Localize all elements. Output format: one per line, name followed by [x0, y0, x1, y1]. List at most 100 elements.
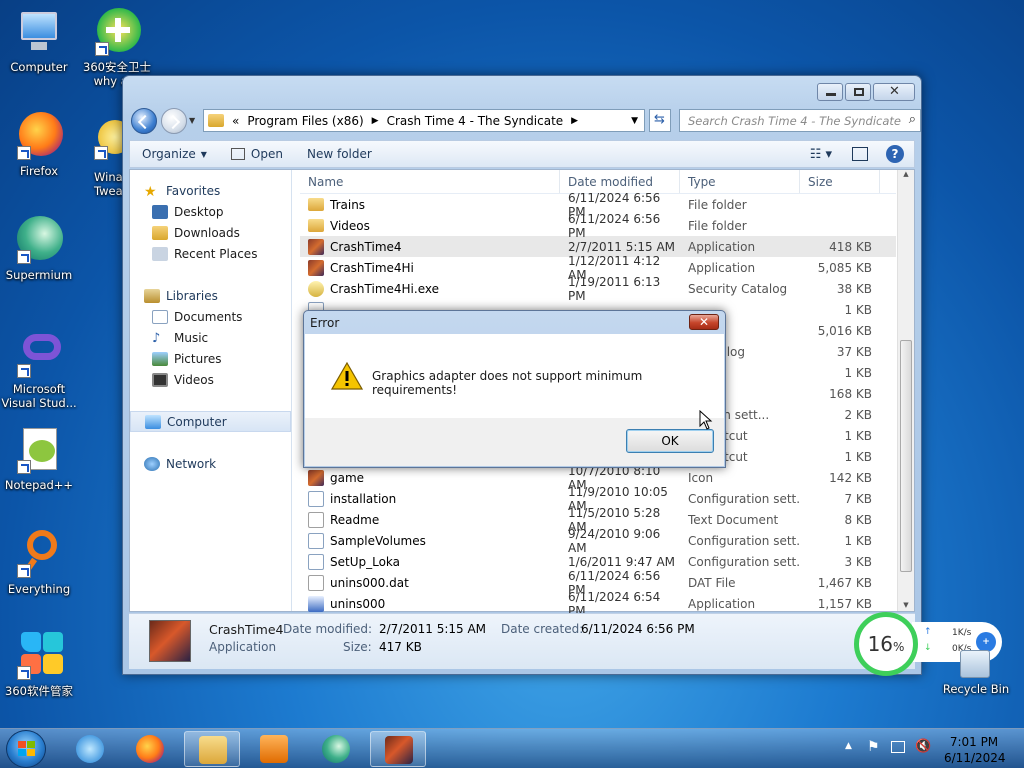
nav-favorites[interactable]: ★ Favorites [130, 180, 291, 201]
nav-videos[interactable]: Videos [130, 369, 291, 390]
file-type: Application [688, 260, 756, 275]
file-name-cell: Trains [300, 198, 560, 212]
file-name-cell: Videos [300, 219, 560, 233]
desktop-icon-visual-studio[interactable]: Microsoft Visual Stud... [0, 330, 78, 410]
start-button[interactable] [6, 730, 46, 768]
address-row: ▼ « Program Files (x86) ▶ Crash Time 4 -… [131, 108, 921, 134]
mouse-cursor-icon [699, 410, 713, 430]
internet-explorer-icon [76, 735, 104, 763]
dialog-close-button[interactable]: ✕ [689, 314, 719, 330]
forward-button[interactable] [161, 108, 187, 134]
file-name: CrashTime4Hi [330, 260, 414, 275]
nav-documents[interactable]: Documents [130, 306, 291, 327]
clock[interactable]: 7:01 PM 6/11/2024 [944, 734, 1006, 766]
nav-recent-places[interactable]: Recent Places [130, 243, 291, 264]
file-date: 2/7/2011 5:15 AM [568, 239, 676, 254]
nav-downloads[interactable]: Downloads [130, 222, 291, 243]
file-name-cell: CrashTime4Hi [300, 259, 560, 276]
file-type: File folder [688, 218, 747, 233]
preview-pane-icon[interactable] [852, 147, 868, 161]
file-size: 1,157 KB [817, 596, 872, 611]
breadcrumb-program-files[interactable]: Program Files (x86) [247, 114, 363, 128]
nav-label: Libraries [166, 288, 218, 303]
file-size: 1 KB [844, 449, 872, 464]
open-button[interactable]: Open [219, 147, 295, 161]
scroll-down-icon[interactable]: ▼ [898, 601, 914, 609]
nav-computer[interactable]: Computer [130, 411, 291, 432]
show-hidden-icons-icon[interactable]: ▲ [845, 741, 852, 751]
volume-muted-icon[interactable]: 🔇 [915, 739, 931, 754]
organize-button[interactable]: Organize ▼ [130, 147, 219, 161]
back-button[interactable] [131, 108, 157, 134]
minimize-button[interactable] [817, 83, 843, 101]
desktop-icon-computer[interactable]: Computer [0, 8, 78, 74]
doc-file-icon [308, 511, 324, 528]
desktop-icon-firefox[interactable]: Firefox [0, 112, 78, 178]
nav-music[interactable]: ♪ Music [130, 327, 291, 348]
taskbar-firefox[interactable] [122, 731, 178, 767]
action-center-flag-icon[interactable]: ⚑ [867, 739, 880, 755]
column-header-name[interactable]: Name [300, 170, 560, 193]
network-icon[interactable] [891, 741, 905, 753]
nav-desktop[interactable]: Desktop [130, 201, 291, 222]
warning-icon [331, 362, 363, 390]
desktop-icon-notepadpp[interactable]: Notepad++ [0, 426, 78, 492]
address-chevron[interactable]: « [232, 114, 239, 128]
nav-pictures[interactable]: Pictures [130, 348, 291, 369]
scrollbar-thumb[interactable] [900, 340, 912, 572]
file-row[interactable]: SampleVolumes 9/24/2010 9:06 AM Configurat… [300, 527, 896, 555]
taskbar-media-player[interactable] [246, 731, 302, 767]
vertical-scrollbar[interactable]: ▲ ▼ [897, 170, 914, 611]
desktop-icon-360-software[interactable]: 360软件管家 [0, 632, 78, 698]
nav-label: Documents [174, 309, 243, 324]
taskbar-crash-time[interactable] [370, 731, 426, 767]
file-size: 2 KB [844, 407, 872, 422]
address-bar[interactable]: « Program Files (x86) ▶ Crash Time 4 - T… [203, 109, 645, 132]
file-size: 142 KB [829, 470, 872, 485]
refresh-button[interactable]: ⇆ [649, 109, 671, 132]
scroll-up-icon[interactable]: ▲ [898, 170, 914, 178]
shortcut-arrow-icon [94, 146, 108, 160]
maximize-button[interactable] [845, 83, 871, 101]
file-row[interactable]: unins000 6/11/2024 6:54 PM Application 1,15… [300, 590, 896, 618]
add-icon[interactable]: + [976, 632, 996, 652]
address-dropdown-icon[interactable]: ▼ [631, 116, 638, 126]
desktop-icon-supermium[interactable]: Supermium [0, 216, 78, 282]
file-type: DAT File [688, 575, 736, 590]
desktop-icon-winaero[interactable]: Wina Twea [78, 118, 126, 198]
view-options-icon[interactable]: ☷ ▾ [810, 147, 832, 162]
help-icon[interactable]: ? [886, 145, 904, 163]
file-type: Text Document [688, 512, 779, 527]
column-header-type[interactable]: Type [680, 170, 800, 193]
memory-usage-circle[interactable]: 16% [854, 612, 918, 676]
file-date: 1/19/2011 6:13 PM [568, 274, 661, 303]
breadcrumb-crash-time[interactable]: Crash Time 4 - The Syndicate [387, 114, 564, 128]
file-row[interactable]: CrashTime4Hi.exe 1/19/2011 6:13 PM Securit… [300, 275, 896, 303]
new-folder-button[interactable]: New folder [295, 147, 384, 161]
desktop-icon-everything[interactable]: Everything [0, 530, 78, 596]
file-name-cell: installation [300, 490, 560, 507]
folder-file-icon [308, 198, 324, 211]
taskbar-ie[interactable] [62, 731, 118, 767]
file-row[interactable]: Videos 6/11/2024 6:56 PM File folder [300, 212, 896, 240]
details-date-created-label: Date created: [501, 622, 584, 636]
firefox-icon [15, 112, 63, 160]
network-icon [144, 456, 160, 471]
close-button[interactable]: ✕ [873, 83, 915, 101]
cfg-file-icon [308, 490, 324, 507]
taskbar-explorer[interactable] [184, 731, 240, 767]
nav-network[interactable]: Network [130, 453, 291, 474]
recent-pages-icon[interactable]: ▼ [189, 116, 195, 125]
search-input[interactable]: Search Crash Time 4 - The Syndicate ⌕ [679, 109, 921, 132]
nav-label: Videos [174, 372, 214, 387]
ok-button[interactable]: OK [626, 429, 714, 453]
file-type: Configuration sett... [688, 491, 800, 506]
file-name-cell: CrashTime4Hi.exe [300, 280, 560, 297]
nav-libraries[interactable]: Libraries [130, 285, 291, 306]
taskbar-supermium[interactable] [308, 731, 364, 767]
breadcrumb-arrow-icon[interactable]: ▶ [372, 116, 379, 126]
inst-file-icon [308, 595, 324, 612]
file-name: CrashTime4Hi.exe [330, 281, 439, 296]
breadcrumb-arrow-icon[interactable]: ▶ [571, 116, 578, 126]
column-header-size[interactable]: Size [800, 170, 880, 193]
